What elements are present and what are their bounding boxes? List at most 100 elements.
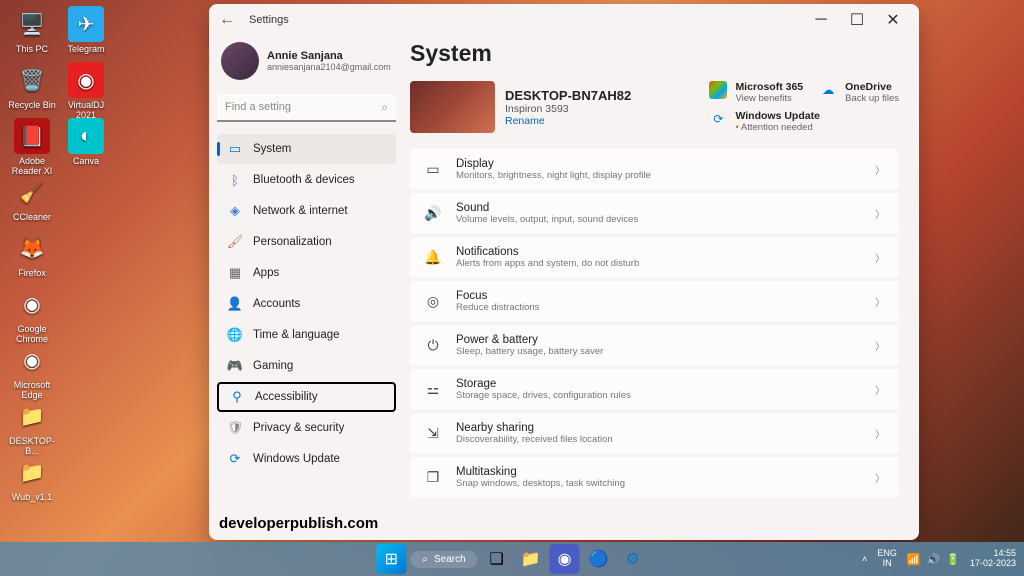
volume-icon: 🔊 — [927, 553, 941, 566]
desktop-icon-firefox[interactable]: 🦊Firefox — [6, 230, 58, 278]
profile-block[interactable]: Annie Sanjana anniesanjana2104@gmail.com — [217, 42, 396, 80]
taskbar-explorer[interactable]: 📁 — [516, 544, 546, 574]
sidebar-item-system[interactable]: ▭System — [217, 134, 396, 164]
power-battery-icon: ⏻ — [424, 337, 442, 354]
battery-icon: 🔋 — [946, 553, 960, 566]
language-indicator[interactable]: ENG IN — [877, 549, 897, 569]
setting-storage[interactable]: ⚍StorageStorage space, drives, configura… — [410, 369, 899, 410]
desktop-icon-recycle-bin[interactable]: 🗑️Recycle Bin — [6, 62, 58, 110]
sidebar-item-gaming[interactable]: 🎮Gaming — [217, 351, 396, 381]
rename-link[interactable]: Rename — [505, 115, 631, 127]
sidebar-item-bluetooth-devices[interactable]: ᛒBluetooth & devices — [217, 165, 396, 195]
desktop-icon-this-pc[interactable]: 🖥️This PC — [6, 6, 58, 54]
device-name: DESKTOP-BN7AH82 — [505, 88, 631, 103]
main-content: System DESKTOP-BN7AH82 Inspiron 3593 Ren… — [404, 36, 919, 540]
search-icon: ⌕ — [422, 554, 428, 565]
windows-update-icon: ⟳ — [709, 110, 727, 128]
promo-microsoft365[interactable]: Microsoft 365 View benefits — [709, 81, 803, 104]
onedrive-icon: ☁ — [819, 81, 837, 99]
sidebar-item-personalization[interactable]: 🖌Personalization — [217, 227, 396, 257]
chevron-right-icon: 〉 — [875, 250, 885, 265]
settings-window: ← Settings ─ ☐ ✕ Annie Sanjana anniesanj… — [209, 4, 919, 540]
setting-sound[interactable]: 🔊SoundVolume levels, output, input, soun… — [410, 193, 899, 234]
sidebar-item-apps[interactable]: ▦Apps — [217, 258, 396, 288]
setting-power-battery[interactable]: ⏻Power & batterySleep, battery usage, ba… — [410, 325, 899, 366]
profile-name: Annie Sanjana — [267, 50, 391, 62]
start-button[interactable]: ⊞ — [376, 544, 406, 574]
maximize-button[interactable]: ☐ — [839, 6, 875, 34]
sidebar-item-time-language[interactable]: 🌐Time & language — [217, 320, 396, 350]
device-model: Inspiron 3593 — [505, 103, 631, 115]
chevron-right-icon: 〉 — [875, 206, 885, 221]
system-tray[interactable]: 📶 🔊 🔋 — [907, 553, 960, 566]
storage-icon: ⚍ — [424, 381, 442, 398]
titlebar: ← Settings ─ ☐ ✕ — [209, 4, 919, 36]
apps-icon: ▦ — [227, 265, 243, 281]
profile-email: anniesanjana2104@gmail.com — [267, 62, 391, 72]
back-button[interactable]: ← — [217, 10, 237, 30]
chevron-right-icon: 〉 — [875, 294, 885, 309]
desktop-icon-wub-v1-1[interactable]: 📁Wub_v1.1 — [6, 454, 58, 502]
setting-nearby-sharing[interactable]: ⇲Nearby sharingDiscoverability, received… — [410, 413, 899, 454]
nearby-sharing-icon: ⇲ — [424, 425, 442, 442]
windows-update-icon: ⟳ — [227, 451, 243, 467]
taskbar-app-1[interactable]: ◉ — [550, 544, 580, 574]
setting-display[interactable]: ▭DisplayMonitors, brightness, night ligh… — [410, 149, 899, 190]
desktop-icon-canva[interactable]: ◐Canva — [60, 118, 112, 166]
window-title: Settings — [249, 14, 289, 26]
notifications-icon: 🔔 — [424, 249, 442, 266]
focus-icon: ◎ — [424, 293, 442, 310]
sidebar-item-windows-update[interactable]: ⟳Windows Update — [217, 444, 396, 474]
avatar — [221, 42, 259, 80]
personalization-icon: 🖌 — [227, 234, 243, 250]
taskbar: ⊞ ⌕Search ❏ 📁 ◉ 🔵 ⚙ ˄ ENG IN 📶 🔊 🔋 14:55… — [0, 542, 1024, 576]
desktop-icon-telegram[interactable]: ✈Telegram — [60, 6, 112, 54]
desktop-icon-adobe-reader-xi[interactable]: 📕Adobe Reader XI — [6, 118, 58, 176]
tray-chevron-icon[interactable]: ˄ — [862, 554, 867, 564]
task-view-button[interactable]: ❏ — [482, 544, 512, 574]
setting-notifications[interactable]: 🔔NotificationsAlerts from apps and syste… — [410, 237, 899, 278]
accessibility-icon: ⚲ — [229, 389, 245, 405]
taskbar-chrome[interactable]: 🔵 — [584, 544, 614, 574]
page-title: System — [410, 40, 899, 67]
sound-icon: 🔊 — [424, 205, 442, 222]
search-input[interactable] — [217, 94, 396, 122]
nav-list: ▭SystemᛒBluetooth & devices◈Network & in… — [217, 134, 396, 474]
taskbar-settings[interactable]: ⚙ — [618, 544, 648, 574]
sidebar-item-accounts[interactable]: 👤Accounts — [217, 289, 396, 319]
multitasking-icon: ❐ — [424, 469, 442, 486]
display-icon: ▭ — [424, 161, 442, 178]
gaming-icon: 🎮 — [227, 358, 243, 374]
desktop-icon-desktop-b-[interactable]: 📁DESKTOP-B... — [6, 398, 58, 456]
desktop-icon-google-chrome[interactable]: ◉Google Chrome — [6, 286, 58, 344]
sidebar-item-accessibility[interactable]: ⚲Accessibility — [217, 382, 396, 412]
close-button[interactable]: ✕ — [875, 6, 911, 34]
wifi-icon: 📶 — [907, 553, 921, 566]
search-box: ⌕ — [217, 94, 396, 122]
setting-focus[interactable]: ◎FocusReduce distractions〉 — [410, 281, 899, 322]
promo-onedrive[interactable]: ☁ OneDrive Back up files — [819, 81, 899, 104]
sidebar-item-network-internet[interactable]: ◈Network & internet — [217, 196, 396, 226]
bluetooth-devices-icon: ᛒ — [227, 172, 243, 188]
chevron-right-icon: 〉 — [875, 382, 885, 397]
desktop-icon-ccleaner[interactable]: 🧹CCleaner — [6, 174, 58, 222]
sidebar-item-privacy-security[interactable]: 🛡Privacy & security — [217, 413, 396, 443]
network-internet-icon: ◈ — [227, 203, 243, 219]
clock[interactable]: 14:55 17-02-2023 — [970, 549, 1016, 569]
settings-list: ▭DisplayMonitors, brightness, night ligh… — [410, 149, 899, 498]
privacy-security-icon: 🛡 — [227, 420, 243, 436]
desktop-icon-virtualdj-2021[interactable]: ◉VirtualDJ 2021 — [60, 62, 112, 120]
device-thumbnail — [410, 81, 495, 133]
desktop-icon-microsoft-edge[interactable]: ◉Microsoft Edge — [6, 342, 58, 400]
chevron-right-icon: 〉 — [875, 470, 885, 485]
minimize-button[interactable]: ─ — [803, 6, 839, 34]
chevron-right-icon: 〉 — [875, 162, 885, 177]
search-icon: ⌕ — [381, 100, 388, 115]
sidebar: Annie Sanjana anniesanjana2104@gmail.com… — [209, 36, 404, 540]
accounts-icon: 👤 — [227, 296, 243, 312]
setting-multitasking[interactable]: ❐MultitaskingSnap windows, desktops, tas… — [410, 457, 899, 498]
promo-windows-update[interactable]: ⟳ Windows Update Attention needed — [709, 110, 899, 133]
taskbar-search[interactable]: ⌕Search — [410, 551, 477, 568]
system-icon: ▭ — [227, 141, 243, 157]
time-language-icon: 🌐 — [227, 327, 243, 343]
